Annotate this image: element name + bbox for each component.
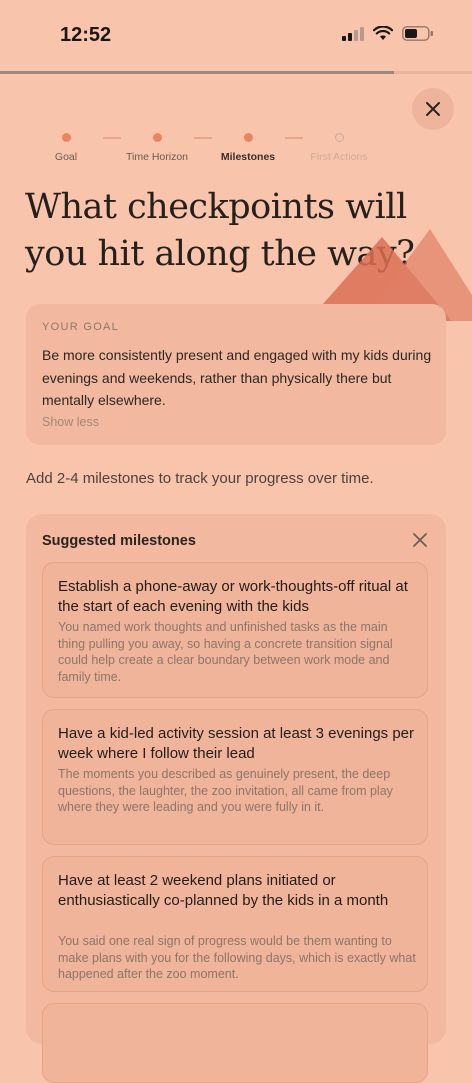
- goal-card: YOUR GOAL Be more consistently present a…: [26, 304, 446, 445]
- step-indicator: Goal Time Horizon Milestones First Actio…: [40, 130, 400, 170]
- battery-icon: [402, 26, 433, 41]
- milestone-suggestion-card[interactable]: [42, 1003, 428, 1083]
- step-milestones: Milestones: [203, 130, 293, 163]
- cellular-signal-icon: [342, 26, 364, 41]
- onboarding-progress-bar: [0, 71, 472, 74]
- milestone-suggestion-card[interactable]: Have at least 2 weekend plans initiated …: [42, 856, 428, 992]
- milestone-suggestion-card[interactable]: Have a kid-led activity session at least…: [42, 709, 428, 845]
- close-icon: [413, 533, 427, 547]
- milestone-suggestion-description: You named work thoughts and unfinished t…: [58, 620, 393, 684]
- step-dot: [334, 133, 344, 142]
- status-bar: 12:52: [0, 0, 472, 70]
- goal-text: Be more consistently present and engaged…: [42, 347, 432, 408]
- dismiss-suggestions-button[interactable]: [410, 530, 430, 550]
- close-button[interactable]: [412, 88, 454, 130]
- suggested-milestones-panel: Suggested milestones Establish a phone-a…: [26, 514, 446, 1083]
- status-icons: [342, 26, 434, 41]
- step-dot: [61, 133, 71, 142]
- suggested-milestones-title: Suggested milestones: [42, 533, 196, 549]
- step-time-horizon: Time Horizon: [112, 130, 202, 163]
- step-dot: [243, 133, 253, 142]
- step-label: Time Horizon: [125, 151, 189, 163]
- status-time: 12:52: [60, 24, 112, 46]
- step-goal: Goal: [21, 130, 111, 163]
- milestone-suggestion-description: You said one real sign of progress would…: [58, 934, 416, 981]
- wifi-icon: [373, 26, 393, 40]
- milestone-suggestion-title: Establish a phone-away or work-thoughts-…: [58, 578, 408, 615]
- step-first-actions: First Actions: [294, 130, 384, 163]
- step-dot: [152, 133, 162, 142]
- step-label: Milestones: [220, 151, 276, 163]
- milestone-suggestion-title: Have at least 2 weekend plans initiated …: [58, 872, 389, 909]
- close-icon: [426, 102, 440, 116]
- step-label: First Actions: [310, 151, 368, 163]
- milestone-suggestion-title: Have a kid-led activity session at least…: [58, 725, 415, 762]
- onboarding-progress-fill: [0, 71, 395, 74]
- milestone-instruction: Add 2-4 milestones to track your progres…: [26, 470, 374, 487]
- milestone-suggestion-description: The moments you described as genuinely p…: [58, 767, 393, 814]
- goal-label: YOUR GOAL: [42, 321, 120, 333]
- step-label: Goal: [54, 151, 78, 163]
- show-less-link[interactable]: Show less: [42, 415, 99, 429]
- milestone-suggestion-card[interactable]: Establish a phone-away or work-thoughts-…: [42, 562, 428, 698]
